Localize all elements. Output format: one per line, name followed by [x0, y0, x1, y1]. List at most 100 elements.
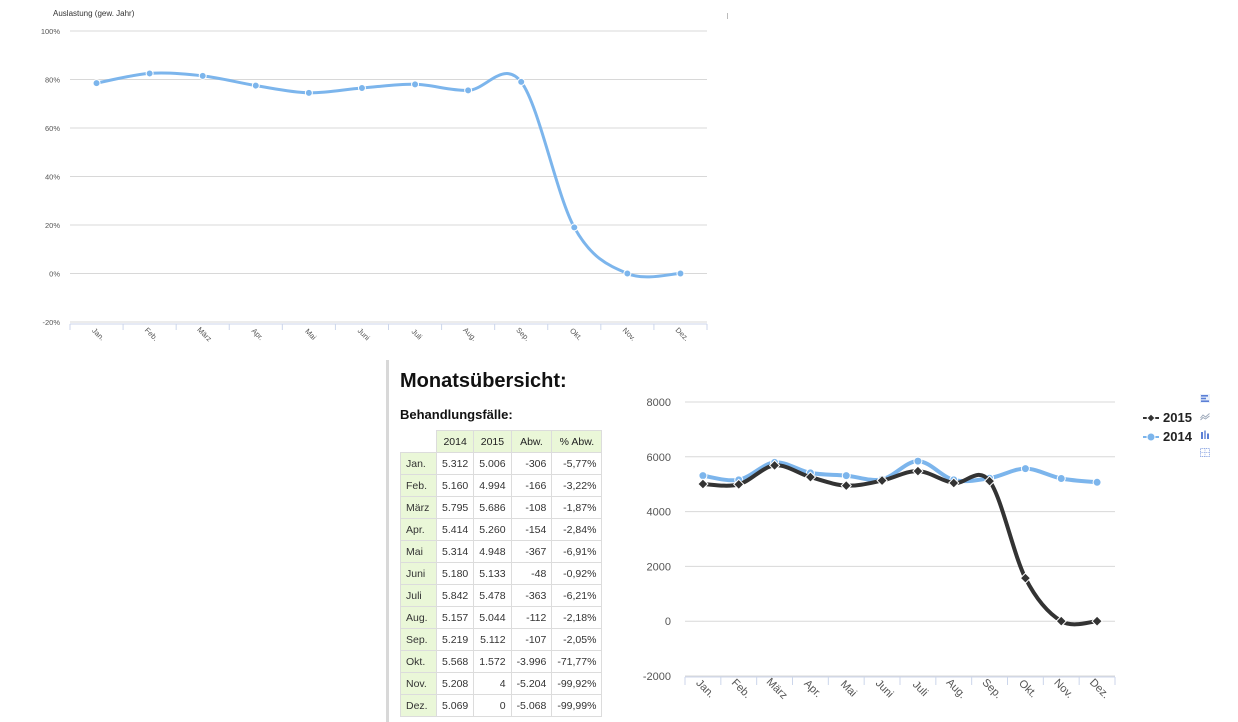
legend-symbol-2015 [1143, 412, 1159, 423]
bar-chart-icon[interactable] [1200, 394, 1210, 403]
cell-2015: 4 [473, 672, 512, 695]
stray-tick [727, 13, 728, 19]
data-point[interactable] [145, 69, 154, 78]
column-chart-icon[interactable] [1200, 430, 1210, 439]
x-tick-label: Dez. [674, 326, 691, 343]
x-tick-label: Juli [910, 679, 930, 699]
cell-2015: 5.133 [473, 562, 512, 585]
data-point[interactable] [92, 79, 101, 88]
row-month: Juli [400, 584, 437, 607]
x-tick-label: Dez. [1087, 677, 1111, 701]
cell-abw: -166 [510, 474, 553, 497]
table-row: Mai 5.314 4.948 -367 -6,91% [400, 540, 603, 563]
x-tick-label: Okt. [1016, 678, 1039, 701]
data-point[interactable] [304, 88, 313, 97]
cell-2014: 5.157 [435, 606, 475, 629]
legend-item-2015[interactable]: 2015 [1142, 408, 1192, 427]
data-point[interactable] [676, 269, 685, 278]
y-tick-label: 80% [45, 76, 60, 85]
cell-2014: 5.219 [435, 628, 475, 651]
row-month: Dez. [400, 694, 437, 717]
utilization-chart: Auslastung (gew. Jahr) -20% 0% 20% 40% 60% 80%… [41, 9, 708, 343]
cell-pct-abw: -6,21% [551, 584, 603, 607]
data-point[interactable] [570, 223, 579, 232]
cell-2015: 5.044 [473, 606, 512, 629]
data-point[interactable] [464, 86, 473, 95]
row-month: Feb. [400, 474, 437, 497]
cell-pct-abw: -5,77% [551, 452, 603, 475]
cell-2014: 5.208 [435, 672, 475, 695]
y-tick-label: 40% [45, 173, 60, 182]
y-tick-label: 100% [41, 27, 61, 36]
cell-2015: 5.686 [473, 496, 512, 519]
line-chart-icon[interactable] [1200, 412, 1210, 421]
overview-title: Monatsübersicht: [400, 370, 567, 392]
data-point[interactable] [1092, 477, 1102, 487]
header-2014: 2014 [435, 430, 475, 453]
legend-symbol-2014 [1143, 432, 1159, 441]
data-point[interactable] [1056, 474, 1066, 484]
table-row: Juli 5.842 5.478 -363 -6,21% [400, 584, 603, 607]
monthly-overview-panel: Monatsübersicht: Behandlungsfälle: 2014 … [400, 370, 603, 717]
cell-abw: -3.996 [510, 650, 553, 673]
x-tick-label: Jan. [90, 326, 106, 342]
chart-legend: 2015 2014 [1142, 408, 1192, 446]
cell-2015: 5.260 [473, 518, 512, 541]
data-point[interactable] [841, 471, 851, 481]
cell-pct-abw: -3,22% [551, 474, 603, 497]
x-tick-label: Juni [873, 677, 896, 700]
x-tick-label: Feb. [143, 326, 160, 343]
data-point[interactable] [357, 83, 366, 92]
cell-2014: 5.069 [435, 694, 475, 717]
cell-pct-abw: -0,92% [551, 562, 603, 585]
cell-pct-abw: -2,84% [551, 518, 603, 541]
data-point[interactable] [697, 478, 709, 490]
cell-abw: -108 [510, 496, 553, 519]
table-row: Okt. 5.568 1.572 -3.996 -71,77% [400, 650, 603, 673]
y-tick-label: 0% [49, 270, 60, 279]
cell-abw: -306 [510, 452, 553, 475]
y-tick-label: -20% [42, 318, 60, 327]
cell-pct-abw: -2,18% [551, 606, 603, 629]
data-point[interactable] [251, 81, 260, 90]
cell-2015: 4.994 [473, 474, 512, 497]
table-row: Jan. 5.312 5.006 -306 -5,77% [400, 452, 603, 475]
x-tick-label: Mai [303, 327, 318, 342]
table-row: Dez. 5.069 0 -5.068 -99,99% [400, 694, 603, 717]
data-point[interactable] [1091, 615, 1103, 627]
data-point[interactable] [1020, 464, 1030, 474]
data-point[interactable] [517, 77, 526, 86]
monthly-table: 2014 2015 Abw. % Abw. Jan. 5.312 5.006 -306… [400, 430, 603, 717]
data-point[interactable] [411, 80, 420, 89]
y-tick-label: 2000 [647, 561, 671, 573]
data-point[interactable] [840, 479, 852, 492]
x-tick-label: März [195, 325, 213, 343]
data-point[interactable] [623, 269, 632, 278]
row-month: Nov. [400, 672, 437, 695]
cell-abw: -367 [510, 540, 553, 563]
cell-pct-abw: -71,77% [551, 650, 603, 673]
data-point[interactable] [198, 71, 207, 80]
chart-toolbar [1200, 394, 1212, 466]
row-month: Aug. [400, 606, 437, 629]
table-corner [400, 430, 437, 453]
x-tick-label: Mai [838, 678, 859, 699]
row-month: Apr. [400, 518, 437, 541]
table-icon[interactable] [1200, 448, 1210, 457]
cell-pct-abw: -6,91% [551, 540, 603, 563]
x-tick-label: Sep. [979, 677, 1003, 701]
overview-subtitle: Behandlungsfälle: [400, 407, 513, 422]
cell-2015: 5.478 [473, 584, 512, 607]
cases-chart: -2000 0 2000 4000 6000 8000 Jan. Feb. März Apr. Ma… [643, 397, 1116, 702]
y-tick-label: 20% [45, 221, 60, 230]
cell-2014: 5.160 [435, 474, 475, 497]
legend-label-2015: 2015 [1163, 410, 1192, 425]
cell-2014: 5.568 [435, 650, 475, 673]
x-tick-label: Sep. [514, 326, 531, 343]
cell-abw: -112 [510, 606, 553, 629]
cell-2014: 5.842 [435, 584, 475, 607]
legend-item-2014[interactable]: 2014 [1142, 427, 1192, 446]
row-month: Mai [400, 540, 437, 563]
data-point[interactable] [913, 456, 923, 466]
data-point[interactable] [912, 465, 924, 477]
